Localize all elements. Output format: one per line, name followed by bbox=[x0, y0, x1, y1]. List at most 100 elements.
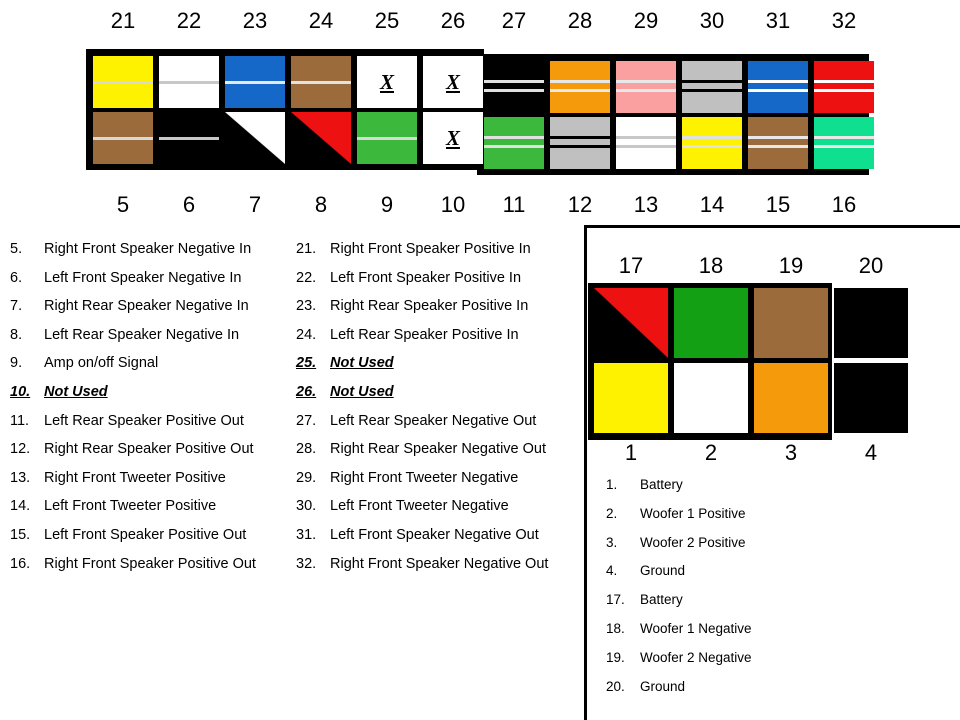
pin-number-label: 2 bbox=[704, 440, 718, 465]
pin-base-color bbox=[748, 61, 808, 113]
legend-pin-description: Left Front Tweeter Positive bbox=[44, 498, 217, 515]
pin-base-color bbox=[550, 117, 610, 169]
legend-pin-number: 5. bbox=[10, 241, 23, 257]
pin-number-label: 22 bbox=[176, 8, 202, 33]
legend-row: 7. Right Rear Speaker Negative In bbox=[10, 298, 295, 327]
pin-base-color bbox=[616, 117, 676, 169]
legend-pin-description: Left Front Speaker Positive In bbox=[330, 269, 522, 286]
connector-pin-cell: X bbox=[423, 56, 483, 108]
pin-base-color bbox=[594, 363, 668, 433]
legend-row: 2. Woofer 1 Positive bbox=[606, 506, 906, 535]
connector-pin-cell bbox=[682, 61, 742, 113]
pin-number-label: 4 bbox=[864, 440, 878, 465]
legend-row: 28. Right Rear Speaker Negative Out bbox=[296, 441, 586, 470]
legend-pin-description: Right Front Speaker Negative In bbox=[44, 241, 252, 257]
pin-number-label: 29 bbox=[633, 8, 659, 33]
connector-pin-cell bbox=[291, 56, 351, 108]
pin-triangle-marking bbox=[225, 112, 285, 164]
connector-pin-cell bbox=[225, 112, 285, 164]
pin-base-color bbox=[834, 288, 908, 358]
pin-base-color bbox=[748, 117, 808, 169]
connector-pin-cell bbox=[674, 363, 748, 433]
legend-row: 25. Not Used bbox=[296, 355, 586, 384]
legend-pin-description: Right Rear Speaker Positive In bbox=[330, 298, 529, 315]
connector-pin-cell bbox=[159, 112, 219, 164]
legend-row: 29. Right Front Tweeter Negative bbox=[296, 470, 586, 499]
connector-pin-cell bbox=[225, 56, 285, 108]
legend-row: 13. Right Front Tweeter Positive bbox=[10, 470, 295, 499]
connector-pin-cell bbox=[594, 288, 668, 358]
pin-number-label: 30 bbox=[699, 8, 725, 33]
legend-row: 21. Right Front Speaker Positive In bbox=[296, 241, 586, 270]
connector-pin-cell bbox=[748, 117, 808, 169]
pin-number-label: 25 bbox=[374, 8, 400, 33]
connector-pin-cell bbox=[550, 117, 610, 169]
legend-pin-number: 30. bbox=[296, 498, 317, 515]
pin-base-color bbox=[484, 61, 544, 113]
connector-pin-cell bbox=[159, 56, 219, 108]
legend-row: 3. Woofer 2 Positive bbox=[606, 535, 906, 564]
legend-pin-number: 31. bbox=[296, 526, 317, 543]
legend-list-left: 5. Right Front Speaker Negative In 6. Left … bbox=[10, 241, 295, 584]
pin-stripe bbox=[616, 136, 676, 139]
pin-number-label: 12 bbox=[567, 192, 593, 217]
legend-pin-description: Left Rear Speaker Negative Out bbox=[330, 412, 537, 429]
legend-pin-description: Right Rear Speaker Positive Out bbox=[44, 441, 254, 458]
legend-pin-number: 24. bbox=[296, 326, 317, 343]
pin-base-color bbox=[674, 363, 748, 433]
legend-row: 1. Battery bbox=[606, 477, 906, 506]
legend-pin-description: Ground bbox=[640, 563, 686, 579]
legend-row: 17. Battery bbox=[606, 592, 906, 621]
legend-pin-number: 29. bbox=[296, 469, 317, 486]
legend-pin-description: Right Front Tweeter Negative bbox=[330, 469, 519, 486]
legend-pin-description: Right Front Speaker Negative Out bbox=[330, 555, 549, 572]
pin-stripe bbox=[682, 80, 742, 83]
pin-stripe bbox=[814, 89, 874, 92]
connector-pin-cell bbox=[834, 288, 908, 358]
legend-pin-number: 27. bbox=[296, 412, 317, 429]
pin-base-color bbox=[550, 61, 610, 113]
connector-pin-cell bbox=[484, 61, 544, 113]
legend-pin-description: Right Rear Speaker Negative Out bbox=[330, 441, 546, 458]
pin-stripe bbox=[484, 89, 544, 92]
pin-number-label: 7 bbox=[248, 192, 262, 217]
pin-stripe bbox=[159, 136, 219, 140]
legend-row: 19. Woofer 2 Negative bbox=[606, 650, 906, 679]
pin-number-label: 15 bbox=[765, 192, 791, 217]
pin-number-label: 17 bbox=[618, 253, 644, 278]
pin-stripe bbox=[682, 145, 742, 148]
legend-pin-description: Not Used bbox=[330, 383, 394, 400]
legend-pin-description: Amp on/off Signal bbox=[44, 355, 159, 372]
legend-row: 4. Ground bbox=[606, 563, 906, 592]
legend-pin-number: 3. bbox=[606, 534, 618, 550]
pin-stripe bbox=[550, 145, 610, 148]
pin-number-label: 3 bbox=[784, 440, 798, 465]
legend-pin-number: 4. bbox=[606, 563, 618, 579]
legend-pin-description: Ground bbox=[640, 678, 686, 694]
pin-number-label: 9 bbox=[380, 192, 394, 217]
legend-pin-description: Woofer 1 Negative bbox=[640, 620, 752, 636]
pin-number-label: 21 bbox=[110, 8, 136, 33]
pin-stripe bbox=[616, 145, 676, 148]
legend-pin-description: Woofer 1 Positive bbox=[640, 505, 746, 521]
legend-pin-number: 10. bbox=[10, 383, 31, 400]
connector-pin-cell: X bbox=[423, 112, 483, 164]
pin-number-label: 11 bbox=[502, 192, 526, 217]
pin-base-color bbox=[674, 288, 748, 358]
pin-base-color bbox=[834, 363, 908, 433]
legend-pin-description: Right Front Speaker Positive Out bbox=[44, 555, 256, 572]
connector-pin-cell bbox=[291, 112, 351, 164]
pin-stripe bbox=[814, 145, 874, 148]
pin-stripe bbox=[484, 145, 544, 148]
legend-row: 26. Not Used bbox=[296, 384, 586, 413]
connector-pin-cell bbox=[674, 288, 748, 358]
connector-pin-cell bbox=[484, 117, 544, 169]
pin-stripe bbox=[748, 145, 808, 148]
connector-pin-cell bbox=[616, 61, 676, 113]
connector-pin-cell bbox=[682, 117, 742, 169]
pin-stripe bbox=[682, 89, 742, 92]
pin-stripe bbox=[484, 136, 544, 139]
pin-stripe bbox=[550, 136, 610, 139]
legend-pin-number: 1. bbox=[606, 477, 618, 492]
pin-stripe bbox=[357, 136, 417, 140]
